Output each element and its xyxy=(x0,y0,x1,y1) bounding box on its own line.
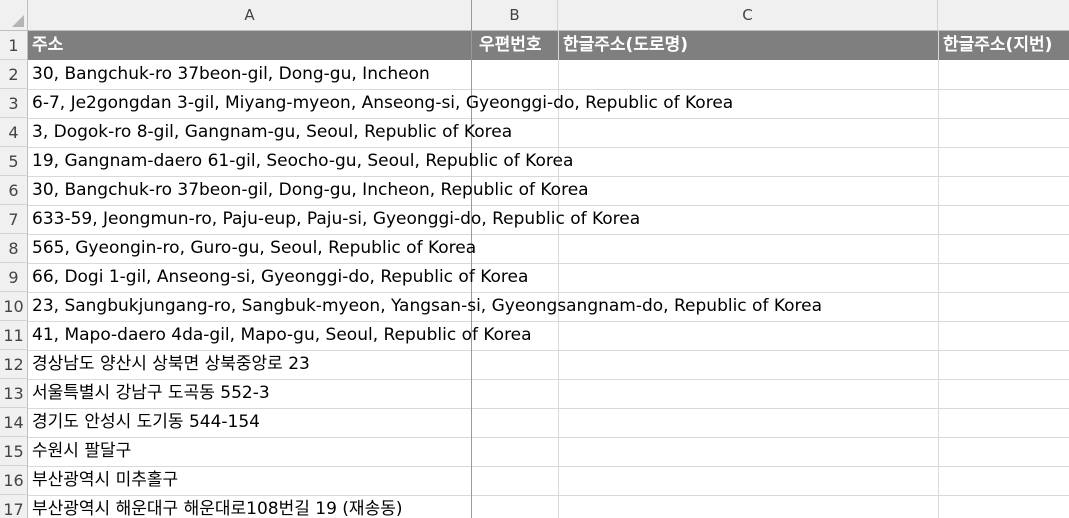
row-number: 10 xyxy=(3,296,24,316)
column-header-label: C xyxy=(742,6,753,24)
row-number: 5 xyxy=(8,151,19,171)
row-header[interactable]: 3 xyxy=(0,89,28,118)
cell-address[interactable]: 633-59, Jeongmun-ro, Paju-eup, Paju-si, … xyxy=(28,205,640,234)
row-header[interactable]: 6 xyxy=(0,176,28,205)
row-header[interactable]: 13 xyxy=(0,379,28,408)
row-number: 8 xyxy=(8,238,19,258)
row-number: 6 xyxy=(8,180,19,200)
row-header[interactable]: 8 xyxy=(0,234,28,263)
row-header[interactable]: 10 xyxy=(0,292,28,321)
column-header-a[interactable]: A xyxy=(28,0,472,31)
column-header-d[interactable] xyxy=(938,0,1069,31)
cell-address[interactable]: 경상남도 양산시 상북면 상북중앙로 23 xyxy=(28,350,310,379)
row-header[interactable]: 12 xyxy=(0,350,28,379)
row-number: 2 xyxy=(8,64,19,84)
gridline-d xyxy=(938,31,939,518)
row-header[interactable]: 4 xyxy=(0,118,28,147)
column-header-label: A xyxy=(244,6,255,24)
row-number: 15 xyxy=(3,441,24,461)
row-header[interactable]: 7 xyxy=(0,205,28,234)
cell-address[interactable]: 30, Bangchuk-ro 37beon-gil, Dong-gu, Inc… xyxy=(28,60,430,89)
select-all-triangle-icon xyxy=(12,15,24,27)
row-number: 16 xyxy=(3,470,24,490)
cell-d1[interactable]: 한글주소(지번) xyxy=(939,31,1052,60)
gridline-row xyxy=(28,437,1069,438)
row-number: 9 xyxy=(8,267,19,287)
cell-address[interactable]: 경기도 안성시 도기동 544-154 xyxy=(28,408,260,437)
header-row-fill xyxy=(28,31,1069,60)
row-number: 12 xyxy=(3,354,24,374)
row-header[interactable]: 9 xyxy=(0,263,28,292)
row-number: 11 xyxy=(3,325,24,345)
row-number: 14 xyxy=(3,412,24,432)
cell-address[interactable]: 19, Gangnam-daero 61-gil, Seocho-gu, Seo… xyxy=(28,147,573,176)
cell-c1[interactable]: 한글주소(도로명) xyxy=(559,31,688,60)
gridline-row xyxy=(28,466,1069,467)
row-header[interactable]: 5 xyxy=(0,147,28,176)
cell-b1[interactable]: 우편번호 xyxy=(475,31,542,60)
row-header[interactable]: 17 xyxy=(0,495,28,518)
row-header[interactable]: 14 xyxy=(0,408,28,437)
row-number: 17 xyxy=(3,499,24,518)
cell-address[interactable]: 부산광역시 해운대구 해운대로108번길 19 (재송동) xyxy=(28,495,402,518)
row-header[interactable]: 2 xyxy=(0,60,28,89)
row-header[interactable]: 1 xyxy=(0,31,28,60)
column-header-label: B xyxy=(509,6,520,24)
cell-address[interactable]: 6-7, Je2gongdan 3-gil, Miyang-myeon, Ans… xyxy=(28,89,733,118)
column-header-c[interactable]: C xyxy=(558,0,938,31)
cell-address[interactable]: 부산광역시 미추홀구 xyxy=(28,466,178,495)
row-number: 1 xyxy=(8,35,19,55)
cell-address[interactable]: 66, Dogi 1-gil, Anseong-si, Gyeonggi-do,… xyxy=(28,263,528,292)
row-header[interactable]: 15 xyxy=(0,437,28,466)
cell-address[interactable]: 서울특별시 강남구 도곡동 552-3 xyxy=(28,379,270,408)
row-number: 7 xyxy=(8,209,19,229)
row-number: 3 xyxy=(8,93,19,113)
cell-address[interactable]: 3, Dogok-ro 8-gil, Gangnam-gu, Seoul, Re… xyxy=(28,118,512,147)
spreadsheet-grid: A B C 1 2 3 4 5 6 7 8 9 10 11 12 13 14 1… xyxy=(0,0,1069,518)
cell-a1[interactable]: 주소 xyxy=(28,31,63,60)
cell-address[interactable]: 23, Sangbukjungang-ro, Sangbuk-myeon, Ya… xyxy=(28,292,822,321)
row-header[interactable]: 16 xyxy=(0,466,28,495)
cell-address[interactable]: 수원시 팔달구 xyxy=(28,437,131,466)
cell-address[interactable]: 565, Gyeongin-ro, Guro-gu, Seoul, Republ… xyxy=(28,234,476,263)
cell-address[interactable]: 30, Bangchuk-ro 37beon-gil, Dong-gu, Inc… xyxy=(28,176,589,205)
row-number: 13 xyxy=(3,383,24,403)
select-all-button[interactable] xyxy=(0,0,28,31)
column-header-b[interactable]: B xyxy=(472,0,558,31)
row-header[interactable]: 11 xyxy=(0,321,28,350)
row-number: 4 xyxy=(8,122,19,142)
cell-address[interactable]: 41, Mapo-daero 4da-gil, Mapo-gu, Seoul, … xyxy=(28,321,532,350)
